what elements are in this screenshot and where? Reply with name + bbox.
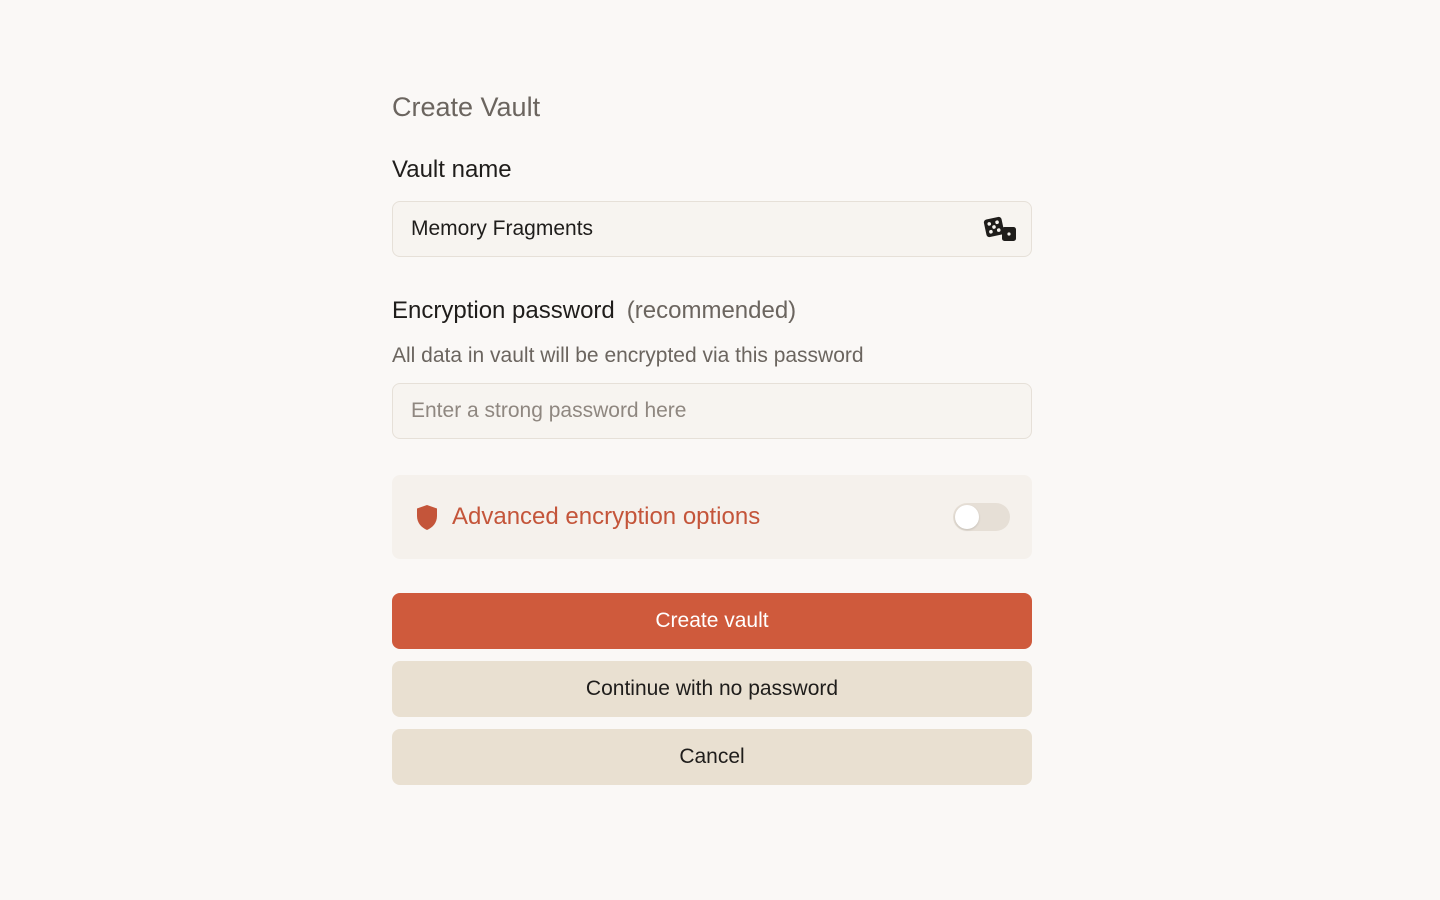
password-input[interactable] bbox=[392, 383, 1032, 439]
password-hint: All data in vault will be encrypted via … bbox=[392, 344, 864, 367]
advanced-encryption-label: Advanced encryption options bbox=[452, 503, 761, 530]
shield-icon bbox=[414, 503, 440, 531]
advanced-encryption-toggle[interactable] bbox=[953, 503, 1010, 531]
create-vault-button[interactable]: Create vault bbox=[392, 593, 1032, 649]
vault-name-label: Vault name bbox=[392, 156, 512, 183]
password-label-row: Encryption password (recommended) bbox=[392, 295, 1032, 327]
toggle-knob bbox=[955, 505, 979, 529]
dice-icon[interactable] bbox=[981, 210, 1019, 248]
dialog-title: Create Vault bbox=[392, 92, 541, 122]
advanced-encryption-row[interactable]: Advanced encryption options bbox=[392, 475, 1032, 559]
cancel-button[interactable]: Cancel bbox=[392, 729, 1032, 785]
continue-no-password-button[interactable]: Continue with no password bbox=[392, 661, 1032, 717]
password-recommended-note: (recommended) bbox=[626, 297, 797, 324]
vault-name-value[interactable]: Memory Fragments bbox=[411, 217, 981, 241]
password-label: Encryption password bbox=[392, 297, 615, 324]
create-vault-dialog: Create Vault Vault name Memory Fragments… bbox=[392, 88, 1032, 785]
vault-name-field[interactable]: Memory Fragments bbox=[392, 201, 1032, 257]
